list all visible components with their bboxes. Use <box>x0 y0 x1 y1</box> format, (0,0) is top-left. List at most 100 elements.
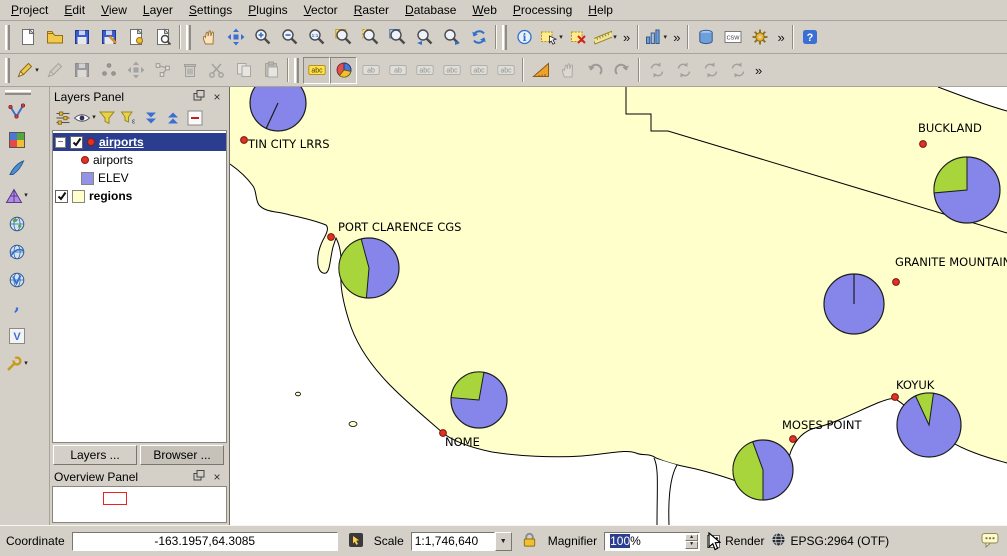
menu-database[interactable]: Database <box>397 0 464 20</box>
new-print-layout-button[interactable] <box>122 24 149 51</box>
delete-selected-button[interactable] <box>176 57 203 84</box>
overview-panel-float-button[interactable] <box>191 469 207 484</box>
legend-elev-row[interactable]: ELEV <box>53 169 226 187</box>
toolbar-handle[interactable] <box>5 58 10 83</box>
map-canvas[interactable]: TIN CITY LRRSPORT CLARENCE CGSNOMEMOSES … <box>230 87 1007 525</box>
help-button[interactable]: ? <box>797 24 824 51</box>
deselect-features-button[interactable] <box>565 24 592 51</box>
change-label-button[interactable]: abc <box>492 57 519 84</box>
layer-regions-checkbox[interactable] <box>55 190 68 203</box>
add-raster-layer-button[interactable] <box>3 126 30 153</box>
mouse-position-toggle-button[interactable] <box>345 530 367 552</box>
pin-diagrams-button[interactable] <box>554 57 581 84</box>
digitize-point-button[interactable] <box>95 57 122 84</box>
menu-web[interactable]: Web <box>464 0 504 20</box>
menu-help[interactable]: Help <box>580 0 621 20</box>
zoom-in-button[interactable] <box>249 24 276 51</box>
layer-airports-expander-icon[interactable]: − <box>55 137 66 148</box>
toolbar-handle[interactable] <box>294 58 299 83</box>
overview-map[interactable] <box>52 486 227 523</box>
coordinate-input[interactable]: -163.1957,64.3085 <box>72 532 338 551</box>
add-web-service-layer-button[interactable]: ▾ <box>3 350 30 377</box>
overview-panel-close-button[interactable]: × <box>209 469 225 484</box>
filter-legend-button[interactable] <box>96 107 117 128</box>
statistical-summary-dropdown-caret[interactable]: ▾ <box>663 34 667 41</box>
paste-features-button[interactable] <box>257 57 284 84</box>
zoom-out-button[interactable] <box>276 24 303 51</box>
processing-toolbox-button[interactable] <box>746 24 773 51</box>
redo-button[interactable] <box>608 57 635 84</box>
messages-button[interactable] <box>979 530 1001 552</box>
measure-button[interactable]: ▾ <box>592 24 619 51</box>
statistics-toolbar-overflow[interactable]: » <box>669 30 684 45</box>
layers-panel-float-button[interactable] <box>191 89 207 104</box>
open-project-button[interactable] <box>41 24 68 51</box>
menu-settings[interactable]: Settings <box>181 0 240 20</box>
zoom-full-button[interactable] <box>330 24 357 51</box>
crs-status-button[interactable]: EPSG:2964 (OTF) <box>771 532 889 550</box>
toggle-editing-button[interactable] <box>41 57 68 84</box>
tab-layers[interactable]: Layers ... <box>53 445 137 465</box>
copy-features-button[interactable] <box>230 57 257 84</box>
layer-airports-checkbox[interactable] <box>70 136 83 149</box>
toolbar-handle[interactable] <box>5 90 31 95</box>
pan-map-button[interactable] <box>195 24 222 51</box>
overview-extent-rectangle[interactable] <box>103 492 127 505</box>
tracking-tools-button[interactable] <box>724 57 751 84</box>
map-refresh-button[interactable] <box>465 24 492 51</box>
attributes-toolbar-overflow[interactable]: » <box>619 30 634 45</box>
lock-scale-button[interactable] <box>519 530 541 552</box>
layout-manager-button[interactable] <box>149 24 176 51</box>
add-delimited-text-layer-dropdown-caret[interactable]: ▾ <box>24 192 28 199</box>
open-layer-styling-button[interactable] <box>52 107 73 128</box>
pan-to-selection-button[interactable] <box>222 24 249 51</box>
layers-panel-close-button[interactable]: × <box>209 89 225 104</box>
menu-project[interactable]: Project <box>3 0 56 20</box>
move-feature-button[interactable] <box>122 57 149 84</box>
cut-features-button[interactable] <box>203 57 230 84</box>
expand-all-button[interactable] <box>140 107 161 128</box>
select-features-dropdown-caret[interactable]: ▾ <box>559 34 563 41</box>
add-wms-layer-button[interactable] <box>3 266 30 293</box>
zoom-to-selection-button[interactable] <box>357 24 384 51</box>
rotate-label-button[interactable]: abc <box>465 57 492 84</box>
current-edits-button[interactable]: ▾ <box>14 57 41 84</box>
tab-browser[interactable]: Browser ... <box>140 445 224 465</box>
layer-labeling-button[interactable]: abc <box>303 57 330 84</box>
menu-layer[interactable]: Layer <box>135 0 181 20</box>
remove-layer-button[interactable] <box>184 107 205 128</box>
menu-edit[interactable]: Edit <box>56 0 93 20</box>
add-postgis-layer-button[interactable] <box>3 238 30 265</box>
zoom-native-button[interactable]: 1:1 <box>303 24 330 51</box>
toolbar-handle[interactable] <box>186 25 191 50</box>
menu-plugins[interactable]: Plugins <box>240 0 295 20</box>
save-project-button[interactable] <box>68 24 95 51</box>
save-project-as-button[interactable] <box>95 24 122 51</box>
layer-airports-row[interactable]: −airports <box>53 133 226 151</box>
current-edits-dropdown-caret[interactable]: ▾ <box>35 67 39 74</box>
add-delimited-text-layer-button[interactable]: ▾ <box>3 182 30 209</box>
toolbar-handle[interactable] <box>502 25 507 50</box>
new-project-button[interactable] <box>14 24 41 51</box>
move-label-button[interactable]: abc <box>438 57 465 84</box>
add-web-service-layer-dropdown-caret[interactable]: ▾ <box>24 360 28 367</box>
save-layer-edits-button[interactable] <box>68 57 95 84</box>
edit-toolbar-overflow[interactable]: » <box>751 63 766 78</box>
add-mesh-layer-button[interactable] <box>3 154 30 181</box>
geometry-checker-button[interactable] <box>670 57 697 84</box>
menu-view[interactable]: View <box>93 0 135 20</box>
pin-unpin-labels-button[interactable]: ab <box>384 57 411 84</box>
filter-by-expression-button[interactable]: ε <box>118 107 139 128</box>
metasearch-csw-button[interactable]: CSW <box>719 24 746 51</box>
add-vector-layer-button[interactable] <box>3 98 30 125</box>
collapse-all-button[interactable] <box>162 107 183 128</box>
zoom-next-button[interactable] <box>438 24 465 51</box>
render-checkbox[interactable]: Render <box>707 534 764 548</box>
show-hide-labels-button[interactable]: abc <box>411 57 438 84</box>
zoom-last-button[interactable] <box>411 24 438 51</box>
undo-button[interactable] <box>581 57 608 84</box>
scale-combobox[interactable]: 1:1,746,640 ▼ <box>411 532 512 551</box>
scale-dropdown-button[interactable]: ▼ <box>495 532 512 551</box>
zoom-to-layer-button[interactable] <box>384 24 411 51</box>
db-manager-button[interactable] <box>692 24 719 51</box>
